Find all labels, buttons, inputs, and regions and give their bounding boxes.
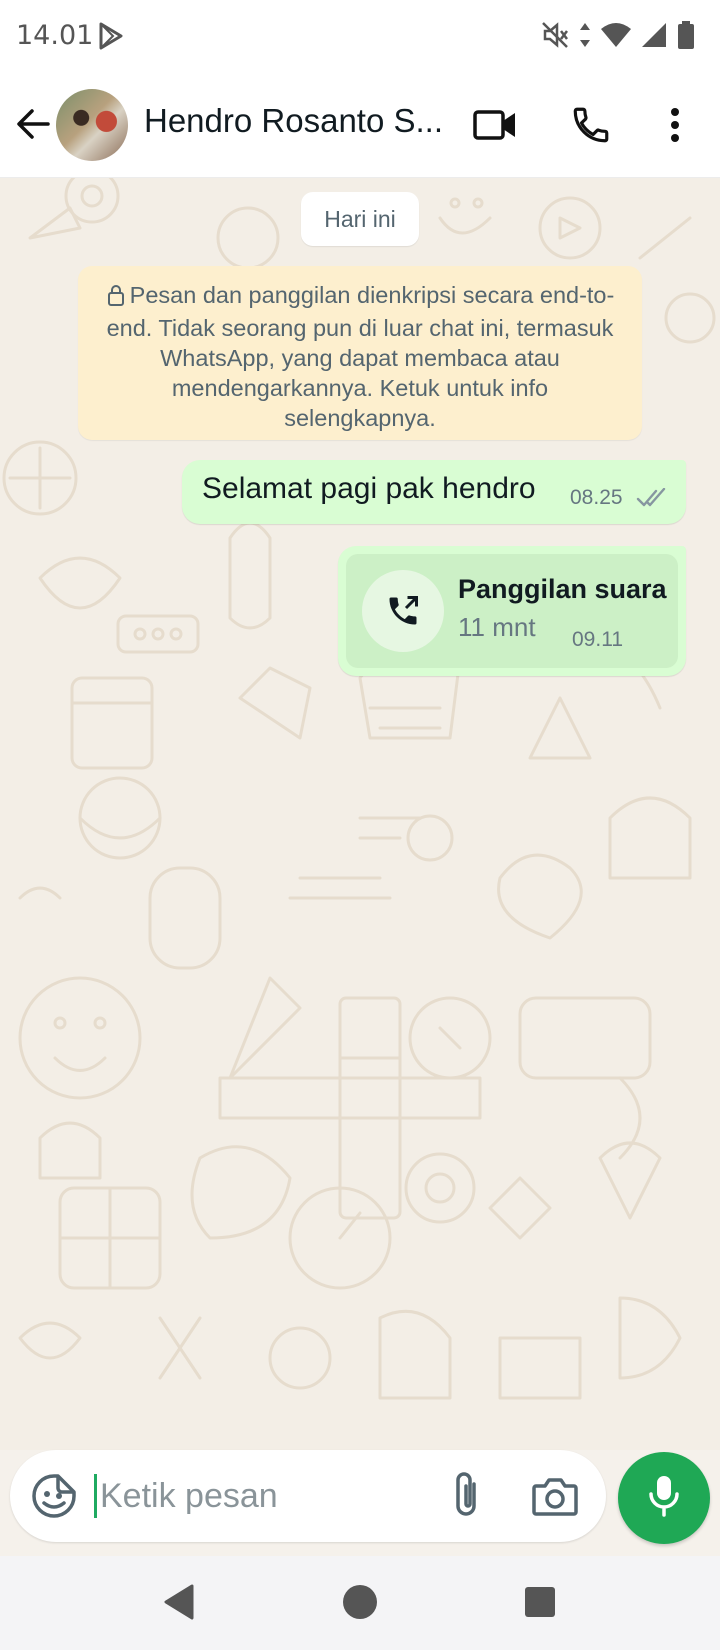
call-duration: 11 mnt [458,612,536,642]
status-icons [540,20,696,55]
call-message[interactable]: Panggilan suara 11 mnt 09.11 [338,546,686,676]
sticker-icon[interactable] [30,1472,78,1520]
recents-square-icon[interactable] [518,1580,562,1624]
chat-header: Hendro Rosanto S... [0,74,720,178]
home-circle-icon[interactable] [338,1580,382,1624]
phone-icon[interactable] [564,98,618,152]
battery-icon [676,20,696,55]
avatar[interactable] [56,89,128,161]
read-ticks-icon [636,487,670,513]
mute-icon [540,20,570,55]
play-store-icon [98,22,124,55]
status-time: 14.01 [16,20,94,51]
message-text: Selamat pagi pak hendro [202,472,536,505]
more-vert-icon[interactable] [648,98,702,152]
call-title: Panggilan suara [458,574,667,604]
data-arrows-icon [578,21,592,54]
mic-icon [647,1474,681,1523]
encryption-notice-text: Pesan dan panggilan dienkripsi secara en… [106,282,615,431]
attach-icon[interactable] [444,1470,492,1522]
contact-name[interactable]: Hendro Rosanto S... [144,102,444,140]
message-time: 09.11 [572,628,623,651]
video-call-icon[interactable] [468,98,522,152]
signal-icon [640,21,668,54]
lock-icon [106,283,126,313]
camera-icon[interactable] [530,1472,580,1520]
outgoing-message[interactable]: Selamat pagi pak hendro 08.25 [182,460,686,524]
message-composer [10,1450,606,1542]
text-cursor [94,1474,97,1518]
back-triangle-icon[interactable] [158,1580,202,1624]
system-nav-bar [0,1556,720,1650]
wifi-icon [600,21,632,54]
call-card[interactable]: Panggilan suara 11 mnt 09.11 [346,554,678,668]
outgoing-call-icon [362,570,444,652]
date-chip: Hari ini [301,192,419,246]
message-input[interactable] [100,1464,400,1528]
encryption-notice[interactable]: Pesan dan panggilan dienkripsi secara en… [78,266,642,440]
chat-area[interactable]: Hari ini Pesan dan panggilan dienkripsi … [0,178,720,1450]
message-time: 08.25 [570,486,623,509]
back-arrow-icon[interactable] [14,104,54,144]
status-bar: 14.01 [0,0,720,74]
mic-button[interactable] [618,1452,710,1544]
